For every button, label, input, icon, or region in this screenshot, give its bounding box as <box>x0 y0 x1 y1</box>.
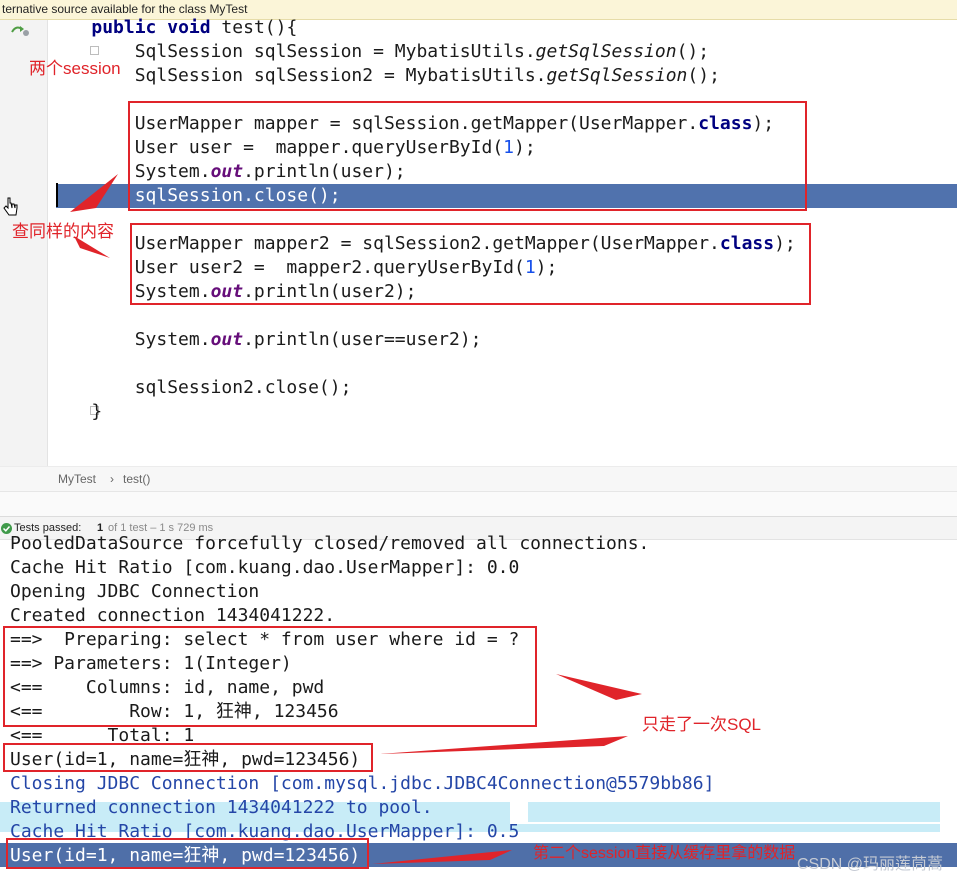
arrow-icon <box>556 674 642 700</box>
csdn-watermark: CSDN @玛丽莲茼蒿 <box>796 856 943 873</box>
annotation-arrows <box>70 174 642 864</box>
annotation-two-sessions: 两个session <box>29 59 121 78</box>
annotation-one-sql: 只走了一次SQL <box>642 715 762 734</box>
arrow-icon <box>380 736 628 754</box>
arrow-icon <box>372 850 512 864</box>
arrow-icon <box>70 174 118 212</box>
annotation-cache-note: 第二个session直接从缓存里拿的数据 <box>533 845 796 862</box>
annotation-same-query: 查同样的内容 <box>12 222 114 241</box>
